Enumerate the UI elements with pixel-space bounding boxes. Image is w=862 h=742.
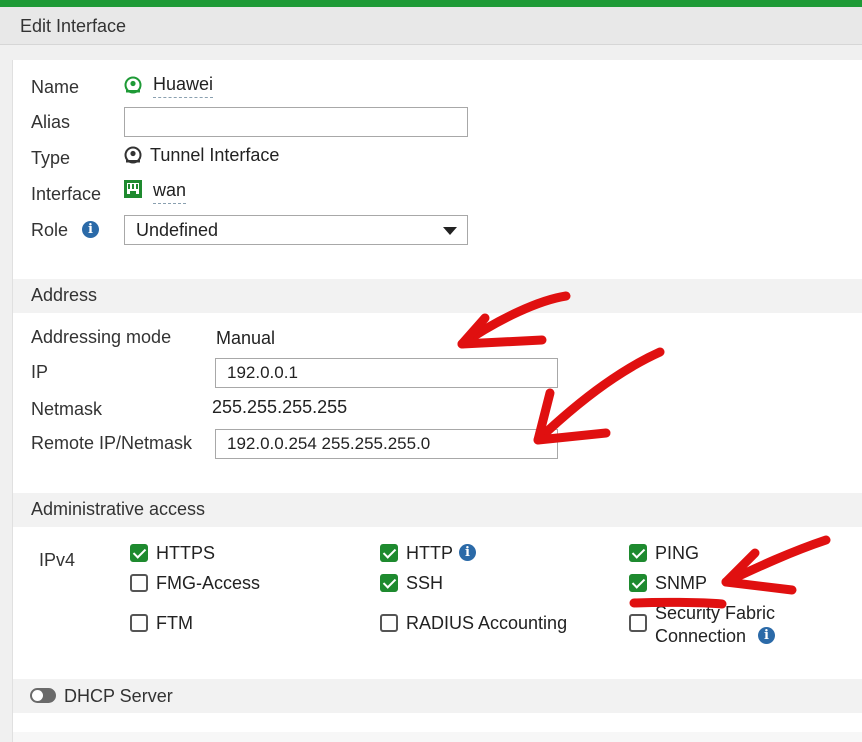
- address-section-title: Address: [31, 285, 98, 305]
- tunnel-interface-icon: [123, 75, 143, 95]
- remote-ip-netmask-input[interactable]: [215, 429, 558, 459]
- interface-label: Interface: [31, 184, 102, 204]
- ftm-label: FTM: [156, 613, 193, 633]
- snmp-label: SNMP: [655, 573, 708, 593]
- ipv4-label: IPv4: [39, 550, 76, 570]
- role-select[interactable]: Undefined: [124, 215, 468, 245]
- alias-input[interactable]: [124, 107, 468, 137]
- addressing-mode-value: Manual: [216, 328, 276, 348]
- top-accent-bar: [0, 0, 862, 7]
- radius-accounting-label: RADIUS Accounting: [406, 613, 568, 633]
- ftm-checkbox[interactable]: [130, 614, 148, 632]
- ping-label: PING: [655, 543, 700, 563]
- name-value: Huawei: [153, 74, 214, 98]
- type-value: Tunnel Interface: [150, 145, 280, 165]
- security-fabric-connection-checkbox[interactable]: [629, 614, 647, 632]
- edit-interface-panel: Name Huawei Alias Type Tunnel Interface …: [12, 60, 862, 742]
- interface-value: wan: [153, 180, 187, 204]
- type-label: Type: [31, 148, 71, 168]
- http-checkbox[interactable]: [380, 544, 398, 562]
- snmp-checkbox[interactable]: [629, 574, 647, 592]
- admin-access-section-header: Administrative access: [13, 493, 862, 527]
- dhcp-server-label: DHCP Server: [64, 686, 173, 706]
- fmg-access-checkbox[interactable]: [130, 574, 148, 592]
- role-label: Role: [31, 220, 69, 240]
- security-fabric-info-icon[interactable]: i: [758, 627, 775, 644]
- ethernet-port-icon: [123, 179, 143, 199]
- alias-label: Alias: [31, 112, 71, 132]
- netmask-label: Netmask: [31, 399, 103, 419]
- fmg-access-label: FMG-Access: [156, 573, 261, 593]
- security-fabric-label-line2: Connection: [655, 626, 747, 646]
- role-select-value: Undefined: [136, 220, 219, 240]
- ssh-checkbox[interactable]: [380, 574, 398, 592]
- dialog-title-bar: Edit Interface: [0, 7, 862, 45]
- name-label: Name: [31, 77, 80, 97]
- http-info-icon[interactable]: i: [459, 544, 476, 561]
- ip-label: IP: [31, 362, 49, 382]
- netmask-value: 255.255.255.255: [212, 397, 348, 417]
- ping-checkbox[interactable]: [629, 544, 647, 562]
- ip-input[interactable]: [215, 358, 558, 388]
- security-fabric-label-line1: Security Fabric: [655, 603, 776, 623]
- radius-accounting-checkbox[interactable]: [380, 614, 398, 632]
- dialog-title: Edit Interface: [20, 16, 127, 36]
- https-label: HTTPS: [156, 543, 216, 563]
- admin-access-section-title: Administrative access: [31, 499, 206, 519]
- dhcp-server-toggle[interactable]: [30, 688, 56, 703]
- addressing-mode-label: Addressing mode: [31, 327, 172, 347]
- http-label: HTTP: [406, 543, 453, 563]
- ssh-label: SSH: [406, 573, 444, 593]
- https-checkbox[interactable]: [130, 544, 148, 562]
- address-section-header: Address: [13, 279, 862, 313]
- chevron-down-icon: [443, 227, 457, 235]
- remote-ip-netmask-label: Remote IP/Netmask: [31, 433, 193, 453]
- role-info-icon[interactable]: i: [82, 221, 99, 238]
- next-section-strip: [13, 732, 862, 742]
- tunnel-interface-icon: [123, 145, 143, 165]
